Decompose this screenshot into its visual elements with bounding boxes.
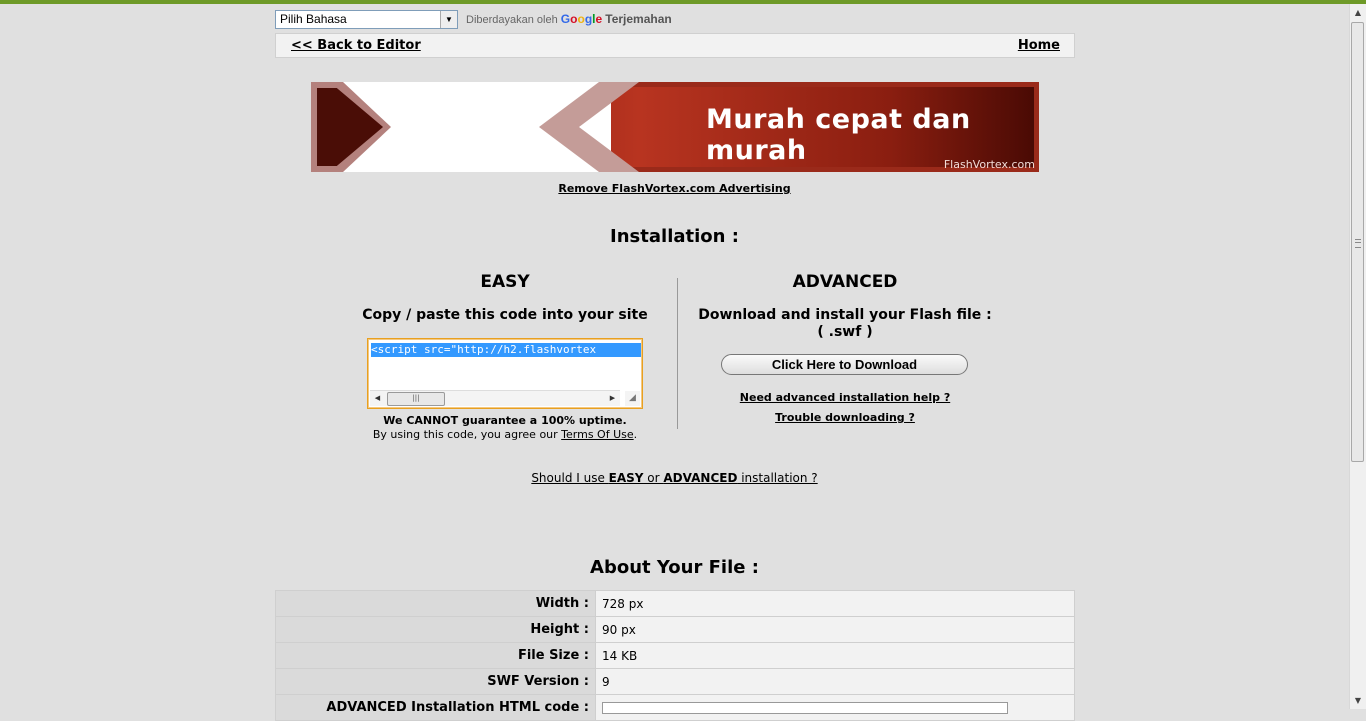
row-label: Width : (275, 590, 596, 617)
navigation-bar: << Back to Editor Home (275, 33, 1075, 58)
scroll-up-icon[interactable]: ▲ (1350, 4, 1366, 21)
table-row: File Size : 14 KB (275, 642, 1075, 669)
embed-code-textarea[interactable]: <script src="http://h2.flashvortex ◀ |||… (367, 338, 643, 409)
remove-advertising-link[interactable]: Remove FlashVortex.com Advertising (558, 182, 790, 195)
download-button[interactable]: Click Here to Download (721, 354, 968, 375)
scrollbar-thumb[interactable] (1351, 22, 1364, 462)
table-row: Height : 90 px (275, 616, 1075, 643)
table-row: Width : 728 px (275, 590, 1075, 617)
google-logo: Google (560, 12, 603, 26)
easy-title: EASY (480, 272, 530, 292)
language-select-value: Pilih Bahasa (280, 12, 347, 26)
installation-title: Installation : (610, 226, 739, 247)
trouble-downloading-link[interactable]: Trouble downloading ? (775, 411, 915, 424)
top-accent-line (0, 0, 1366, 4)
row-label: SWF Version : (275, 668, 596, 695)
row-value: 90 px (595, 616, 1075, 643)
banner-message: Murah cepat dan murah (706, 104, 971, 166)
home-link[interactable]: Home (1018, 38, 1060, 53)
easy-or-advanced-link[interactable]: Should I use EASY or ADVANCED installati… (531, 471, 817, 485)
resize-handle-icon[interactable]: ◢ (625, 391, 640, 406)
embed-code-text: <script src="http://h2.flashvortex (371, 343, 641, 357)
row-label: File Size : (275, 642, 596, 669)
easy-subtitle: Copy / paste this code into your site (362, 307, 648, 323)
advanced-help-link[interactable]: Need advanced installation help ? (740, 391, 950, 404)
row-value: 9 (595, 668, 1075, 695)
language-select[interactable]: Pilih Bahasa ▼ (275, 10, 458, 29)
row-value: 14 KB (595, 642, 1075, 669)
page-scrollbar[interactable]: ▲ ▼ (1349, 4, 1366, 709)
table-row: SWF Version : 9 (275, 668, 1075, 695)
file-info-table: Width : 728 px Height : 90 px File Size … (275, 590, 1075, 721)
flash-banner-preview: Murah cepat dan murah FlashVortex.com (311, 82, 1039, 172)
scroll-right-icon[interactable]: ▶ (605, 391, 620, 406)
scroll-down-icon[interactable]: ▼ (1350, 692, 1366, 709)
row-label: Height : (275, 616, 596, 643)
column-divider (677, 278, 678, 429)
back-to-editor-link[interactable]: << Back to Editor (291, 38, 421, 53)
scroll-left-icon[interactable]: ◀ (370, 391, 385, 406)
banner-brand: FlashVortex.com (943, 158, 1035, 171)
translate-service-link[interactable]: Terjemahan (605, 12, 671, 26)
row-value: 728 px (595, 590, 1075, 617)
advanced-subtitle: Download and install your Flash file : (… (698, 307, 992, 340)
google-translate-attribution: Diberdayakan oleh Google Terjemahan (466, 12, 672, 26)
horizontal-scrollbar[interactable]: ◀ ||| ▶ (370, 390, 620, 406)
uptime-notice: We CANNOT guarantee a 100% uptime. (383, 414, 627, 427)
chevron-down-icon[interactable]: ▼ (440, 11, 457, 28)
advanced-title: ADVANCED (792, 272, 898, 292)
html-code-field[interactable] (602, 702, 1008, 714)
terms-notice: By using this code, you agree our Terms … (372, 428, 638, 441)
table-row: ADVANCED Installation HTML code : (275, 694, 1075, 721)
terms-of-use-link[interactable]: Terms Of Use (561, 428, 633, 441)
scroll-thumb[interactable]: ||| (387, 392, 445, 406)
about-file-title: About Your File : (590, 557, 759, 578)
row-label: ADVANCED Installation HTML code : (275, 694, 596, 721)
